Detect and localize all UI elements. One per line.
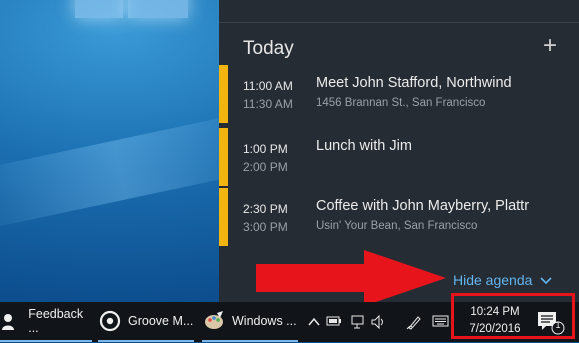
network-icon[interactable] <box>350 314 368 332</box>
event-end-time: 3:00 PM <box>243 220 288 234</box>
taskbar-app-label: Feedback ... <box>28 307 84 335</box>
action-center-button[interactable]: 1 <box>532 306 566 338</box>
wallpaper-window-pane <box>75 0 123 18</box>
groove-music-icon <box>98 309 122 333</box>
add-event-button[interactable]: + <box>537 33 563 59</box>
red-arrow-annotation <box>256 250 446 306</box>
taskbar-clock[interactable]: 10:24 PM 7/20/2016 <box>462 304 528 338</box>
battery-icon[interactable] <box>326 314 344 332</box>
volume-icon[interactable] <box>370 314 388 332</box>
taskbar-app-groove[interactable]: Groove M... <box>98 302 194 342</box>
clock-date: 7/20/2016 <box>469 323 521 335</box>
event-start-time: 2:30 PM <box>243 202 288 216</box>
hide-agenda-link[interactable]: Hide agenda <box>453 272 552 288</box>
event-color-bar <box>219 188 228 246</box>
taskbar-app-label: Windows ... <box>232 314 297 328</box>
feedback-hub-icon <box>0 309 22 333</box>
clock-time: 10:24 PM <box>470 306 520 318</box>
taskbar-app-windows-ink[interactable]: Windows ... <box>202 302 298 342</box>
event-start-time: 1:00 PM <box>243 142 288 156</box>
event-location: 1456 Brannan St., San Francisco <box>316 97 486 109</box>
agenda-event[interactable]: 11:00 AM 11:30 AM Meet John Stafford, No… <box>219 65 579 123</box>
taskbar-app-feedback[interactable]: Feedback ... <box>0 302 92 342</box>
taskbar-app-label: Groove M... <box>128 314 194 328</box>
wallpaper-window-pane <box>128 0 188 18</box>
event-location: Usin' Your Bean, San Francisco <box>316 220 478 232</box>
chevron-down-icon <box>540 272 552 288</box>
event-end-time: 11:30 AM <box>243 97 293 111</box>
pen-icon[interactable] <box>406 314 424 332</box>
event-color-bar <box>219 128 228 186</box>
notification-count-badge: 1 <box>555 320 561 330</box>
event-title: Lunch with Jim <box>316 138 412 154</box>
event-end-time: 2:00 PM <box>243 160 288 174</box>
hide-agenda-label: Hide agenda <box>453 272 533 288</box>
windows-ink-icon <box>202 309 226 333</box>
keyboard-icon[interactable] <box>432 314 450 332</box>
agenda-event[interactable]: 2:30 PM 3:00 PM Coffee with John Mayberr… <box>219 188 579 246</box>
agenda-top-divider <box>219 0 579 23</box>
agenda-event[interactable]: 1:00 PM 2:00 PM Lunch with Jim <box>219 128 579 186</box>
event-title: Coffee with John Mayberry, Plattr <box>316 198 530 214</box>
chevron-up-icon[interactable] <box>305 314 323 332</box>
event-color-bar <box>219 65 228 123</box>
event-title: Meet John Stafford, Northwind <box>316 75 512 91</box>
agenda-today-heading: Today <box>243 38 294 59</box>
event-start-time: 11:00 AM <box>243 79 293 93</box>
